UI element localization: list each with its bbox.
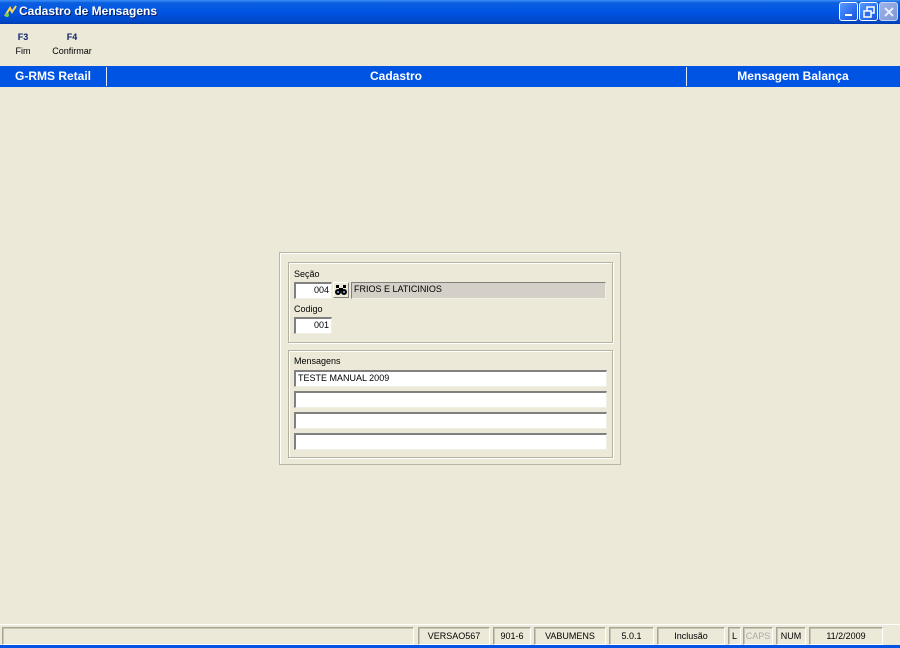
status-num-indicator: NUM: [776, 627, 806, 645]
binoculars-icon: [335, 285, 347, 295]
secao-name-display: FRIOS E LATICINIOS: [351, 282, 606, 299]
title-bar[interactable]: Cadastro de Mensagens: [0, 0, 900, 24]
close-icon: [884, 7, 894, 17]
codigo-label: Codigo: [294, 304, 323, 314]
f4-key: F4: [66, 32, 78, 42]
restore-button[interactable]: [859, 2, 878, 21]
app-logo-icon: [4, 5, 17, 17]
mensagem-line-1-input[interactable]: TESTE MANUAL 2009: [294, 370, 607, 387]
mensagens-label: Mensagens: [294, 356, 341, 366]
header-screen-name: Mensagem Balança: [737, 69, 849, 83]
mensagens-group: Mensagens TESTE MANUAL 2009: [288, 350, 613, 458]
status-store: 901-6: [493, 627, 531, 645]
status-caps-indicator: CAPS: [743, 627, 773, 645]
secao-group: Seção 004 FRIOS E LATICINIOS Codigo 001: [288, 262, 613, 343]
status-mode: Inclusão: [657, 627, 725, 645]
status-release: 5.0.1: [609, 627, 654, 645]
header-section: Cadastro: [369, 69, 422, 83]
minimize-icon: [845, 14, 852, 16]
status-bar: VERSAO567 901-6 VABUMENS 5.0.1 Inclusão …: [0, 624, 900, 648]
form-panel: Seção 004 FRIOS E LATICINIOS Codigo 001 …: [279, 252, 621, 465]
header-band: G-RMS Retail Cadastro Mensagem Balança: [0, 66, 900, 87]
secao-code-input[interactable]: 004: [294, 282, 332, 299]
minimize-button[interactable]: [839, 2, 858, 21]
mensagem-line-2-input[interactable]: [294, 391, 607, 408]
f3-key: F3: [17, 32, 29, 42]
function-key-bar: F3 Fim F4 Confirmar: [0, 24, 900, 66]
restore-icon: [863, 6, 875, 18]
f4-confirmar-button[interactable]: F4 Confirmar: [50, 32, 94, 56]
f3-label: Fim: [15, 46, 31, 56]
status-message: [2, 627, 414, 645]
status-version: VERSAO567: [418, 627, 490, 645]
secao-lookup-button[interactable]: [333, 282, 349, 298]
mensagem-line-4-input[interactable]: [294, 433, 607, 450]
mensagem-line-3-input[interactable]: [294, 412, 607, 429]
codigo-input[interactable]: 001: [294, 317, 332, 334]
secao-label: Seção: [294, 269, 320, 279]
f4-label: Confirmar: [52, 46, 92, 56]
window-title: Cadastro de Mensagens: [19, 4, 158, 18]
header-app-name: G-RMS Retail: [14, 69, 91, 83]
status-program: VABUMENS: [534, 627, 606, 645]
status-l-indicator: L: [728, 627, 741, 645]
f3-fim-button[interactable]: F3 Fim: [12, 32, 34, 56]
close-button[interactable]: [879, 2, 898, 21]
status-date: 11/2/2009: [809, 627, 883, 645]
